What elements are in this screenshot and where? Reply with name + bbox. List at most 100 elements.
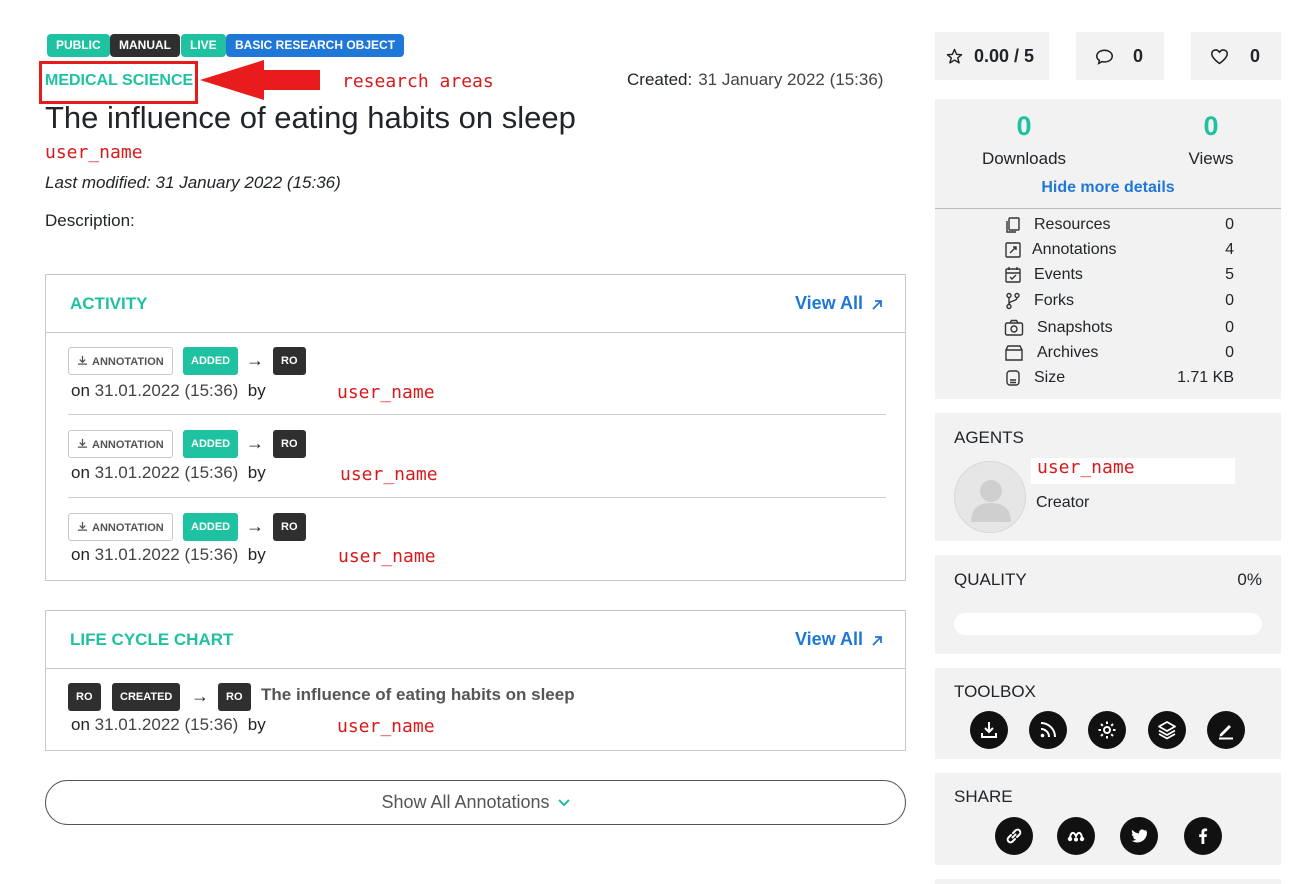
size-icon [1006, 370, 1020, 386]
detail-label: Snapshots [1037, 319, 1113, 336]
edit-icon [1219, 725, 1233, 740]
mendeley-icon [1067, 831, 1085, 842]
annotation-research-areas: research areas [342, 71, 494, 92]
activity-user[interactable]: user_name [340, 464, 438, 485]
activity-row: ANNOTATION ADDED → RO on 31.01.2022 (15:… [68, 499, 886, 581]
by-label: by [247, 463, 266, 482]
quality-panel: QUALITY 0% [935, 555, 1281, 654]
share-mendeley-button[interactable] [1057, 817, 1095, 855]
added-chip: ADDED [183, 347, 239, 375]
activity-view-all-link[interactable]: View All [795, 293, 883, 314]
rating-pill[interactable]: 0.00 / 5 [935, 32, 1049, 80]
show-all-label: Show All Annotations [381, 792, 550, 812]
share-title: SHARE [954, 787, 1013, 806]
by-label: by [247, 381, 266, 400]
activity-date: 31.01.2022 (15:36) [94, 381, 239, 400]
share-link-button[interactable] [995, 817, 1033, 855]
detail-value: 0 [1225, 216, 1234, 233]
lifecycle-view-all-link[interactable]: View All [795, 629, 883, 650]
activity-meta: on 31.01.2022 (15:36) by [71, 545, 266, 565]
last-modified: Last modified: 31 January 2022 (15:36) [45, 173, 341, 192]
detail-resources: Resources 0 [1004, 214, 1234, 238]
likes-pill[interactable]: 0 [1191, 32, 1281, 80]
detail-label: Size [1034, 369, 1066, 386]
badge-type: BASIC RESEARCH OBJECT [226, 34, 405, 57]
toolbox-panel: TOOLBOX [935, 668, 1281, 759]
toolbox-title: TOOLBOX [954, 682, 1036, 701]
created-date: Created: 31 January 2022 (15:36) [627, 70, 883, 90]
annotation-chip[interactable]: ANNOTATION [68, 347, 173, 375]
download-button[interactable] [970, 711, 1008, 749]
rss-icon [1040, 722, 1056, 738]
share-facebook-button[interactable] [1184, 817, 1222, 855]
detail-value: 0 [1225, 292, 1234, 309]
lifecycle-header: LIFE CYCLE CHART View All [46, 611, 905, 669]
lifecycle-row: RO CREATED → RO The influence of eating … [68, 669, 886, 751]
badge-manual: MANUAL [110, 34, 180, 57]
annotation-chip[interactable]: ANNOTATION [68, 430, 173, 458]
agent-role: Creator [1036, 494, 1090, 511]
activity-title: ACTIVITY [70, 294, 148, 313]
detail-size: Size 1.71 KB [1004, 367, 1234, 391]
detail-label: Forks [1034, 292, 1074, 309]
detail-value: 4 [1225, 241, 1234, 258]
added-chip: ADDED [183, 513, 239, 541]
comment-icon [1095, 49, 1114, 65]
layers-icon [1158, 721, 1176, 740]
edit-button[interactable] [1207, 711, 1245, 749]
rss-button[interactable] [1029, 711, 1067, 749]
on-prefix: on [71, 545, 90, 564]
activity-row: ANNOTATION ADDED → RO on 31.01.2022 (15:… [68, 416, 886, 498]
activity-meta: on 31.01.2022 (15:36) by [71, 381, 266, 401]
views-label: Views [1188, 149, 1234, 168]
divider [935, 208, 1281, 209]
ro-chip[interactable]: RO [273, 347, 306, 375]
sidebar-next-panel [935, 879, 1281, 884]
download-icon [77, 355, 88, 365]
star-icon [946, 48, 963, 64]
activity-user[interactable]: user_name [337, 382, 435, 403]
badge-public: PUBLIC [47, 34, 110, 57]
activity-user[interactable]: user_name [338, 546, 436, 567]
added-chip: ADDED [183, 430, 239, 458]
created-chip: CREATED [112, 683, 181, 711]
activity-date: 31.01.2022 (15:36) [94, 545, 239, 564]
ro-chip[interactable]: RO [273, 430, 306, 458]
on-prefix: on [71, 381, 90, 400]
agent-name[interactable]: user_name [1037, 457, 1135, 478]
avatar[interactable] [954, 461, 1026, 533]
annotation-chip[interactable]: ANNOTATION [68, 513, 173, 541]
external-arrow-icon [872, 300, 882, 310]
comments-pill[interactable]: 0 [1076, 32, 1164, 80]
layers-button[interactable] [1148, 711, 1186, 749]
facebook-icon [1199, 828, 1208, 844]
created-value: 31 January 2022 (15:36) [698, 70, 884, 89]
download-icon [77, 438, 88, 448]
arrow-right-icon: → [246, 516, 264, 536]
annotation-chip-label: ANNOTATION [92, 356, 164, 368]
detail-annotations: Annotations 4 [1004, 239, 1234, 263]
arrow-right-icon: → [191, 686, 209, 706]
share-twitter-button[interactable] [1120, 817, 1158, 855]
lifecycle-ro-name[interactable]: The influence of eating habits on sleep [261, 685, 575, 705]
show-all-annotations-button[interactable]: Show All Annotations [45, 780, 906, 825]
views-count: 0 [1203, 111, 1219, 141]
arrow-right-icon: → [246, 433, 264, 453]
settings-button[interactable] [1088, 711, 1126, 749]
lifecycle-user[interactable]: user_name [337, 716, 435, 737]
research-area-link[interactable]: MEDICAL SCIENCE [45, 72, 193, 90]
arrow-right-icon: → [246, 350, 264, 370]
activity-meta: on 31.01.2022 (15:36) by [71, 463, 266, 483]
activity-row: ANNOTATION ADDED → RO on 31.01.2022 (15:… [68, 333, 886, 415]
link-icon [1006, 828, 1022, 844]
activity-date: 31.01.2022 (15:36) [94, 463, 239, 482]
hide-more-details-link[interactable]: Hide more details [935, 179, 1281, 197]
ro-chip[interactable]: RO [68, 683, 101, 711]
ro-chip[interactable]: RO [273, 513, 306, 541]
twitter-icon [1131, 829, 1147, 843]
on-prefix: on [71, 715, 90, 734]
ro-chip[interactable]: RO [218, 683, 251, 711]
external-arrow-icon [872, 636, 882, 646]
detail-label: Archives [1037, 344, 1099, 361]
author-name[interactable]: user_name [45, 142, 143, 163]
